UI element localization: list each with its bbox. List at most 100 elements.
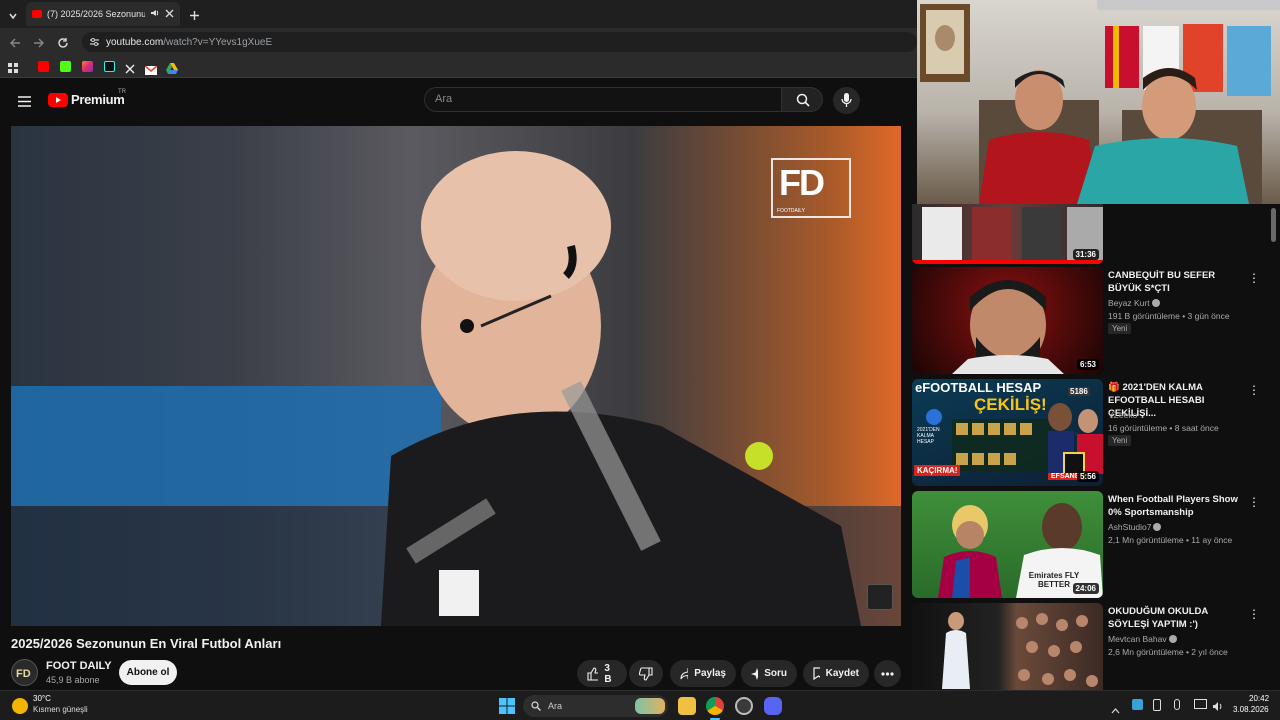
thumb-text-line2: ÇEKİLİŞ! [974,395,1047,414]
chrome-icon[interactable] [706,697,724,715]
verified-icon [1153,523,1162,531]
recommendations-panel: 31:36 6:53 CANBEQUİT BU SEFER BÜYÜK S*ÇT… [905,204,1280,690]
save-button[interactable]: Kaydet [803,660,869,687]
channel-avatar[interactable]: FD [11,659,38,686]
duration-badge: 31:36 [1072,249,1099,260]
bookmark-drive-icon[interactable] [166,61,178,79]
channel-name[interactable]: FOOT DAILY [46,660,112,672]
recommendation-title[interactable]: When Football Players Show 0% Sportsmans… [1108,493,1248,519]
tab-title: (7) 2025/2026 Sezonunun E [47,9,145,19]
recommendations-scrollbar[interactable] [1271,208,1276,242]
taskbar-search[interactable]: Ara [523,695,668,717]
start-windows-icon[interactable] [499,698,515,719]
ask-label: Soru [764,668,787,679]
bookmark-tiktok-icon[interactable] [104,61,115,72]
file-explorer-icon[interactable] [678,697,696,715]
tray-mic-icon[interactable] [1174,699,1180,710]
bookmark-gmail-icon[interactable] [144,62,158,80]
youtube-header: Premium TR Ara [0,80,917,122]
more-options-icon[interactable]: ⋮ [1248,383,1260,397]
voice-search-button[interactable] [833,87,860,114]
channel-watermark: FD FOOTDAILY [771,158,851,218]
speaker-icon[interactable] [150,8,160,20]
recommendation-channel[interactable]: AshStudio7 [1108,522,1162,532]
weather-temperature[interactable]: 30°C [33,694,51,703]
search-button[interactable] [781,87,823,112]
apps-grid-icon[interactable] [8,61,19,79]
tray-chevron-up-icon[interactable] [1111,701,1120,719]
recommendation-meta: 2,6 Mn görüntüleme • 2 yıl önce [1108,647,1228,657]
more-options-icon[interactable]: ⋮ [1248,271,1260,285]
taskbar-search-label: Ara [548,701,563,711]
logo-text: Premium [71,92,125,107]
verified-icon [1168,635,1177,643]
site-info-icon[interactable] [89,37,100,50]
windows-taskbar: 30°C Kısmen güneşli Ara 20:42 3.08.2026 [0,690,1280,720]
recommendation-channel[interactable]: Mevtcan Bahav [1108,634,1177,644]
thumbs-up-icon [587,666,599,681]
recommendation-item[interactable]: 31:36 [912,204,1272,265]
search-icon [531,701,541,711]
video-player[interactable]: FD FOOTDAILY [11,126,901,626]
subscribe-button[interactable]: Abone ol [119,660,177,685]
recommendation-channel[interactable]: Beyaz Kurt [1108,298,1160,308]
weather-description[interactable]: Kısmen güneşli [33,705,88,714]
recommendation-title[interactable]: OKUDUĞUM OKULDA SÖYLEŞİ YAPTIM :') [1108,605,1248,631]
ask-button[interactable]: Soru [741,660,797,687]
mini-channel-logo-icon[interactable] [867,584,893,610]
bookmark-youtube-icon[interactable] [38,61,49,72]
menu-hamburger-icon[interactable] [18,94,31,112]
recommendation-thumbnail[interactable]: Emirates FLY BETTER 24:06 [912,491,1103,598]
bookmark-kick-icon[interactable] [60,61,71,72]
bookmarks-bar [0,56,917,78]
dislike-button[interactable] [629,660,663,687]
recommendation-item[interactable]: eFOOTBALL HESAP ÇEKİLİŞ! 2021'DEN KALMA … [912,379,1272,487]
weather-sun-icon[interactable] [12,698,28,714]
recommendation-item[interactable]: 6:53 CANBEQUİT BU SEFER BÜYÜK S*ÇTI Beya… [912,267,1272,375]
tray-app-icon[interactable] [1132,699,1143,710]
recommendation-channel[interactable]: YZeeko [1108,410,1137,420]
tray-battery-icon[interactable] [1153,699,1161,711]
tray-volume-icon[interactable] [1212,699,1224,717]
more-options-icon[interactable]: ⋮ [1248,607,1260,621]
bookmark-icon [813,667,820,680]
browser-tab[interactable]: (7) 2025/2026 Sezonunun E [26,2,180,26]
watermark-text: FD [779,162,825,203]
close-tab-icon[interactable] [165,9,174,20]
app-icon[interactable] [735,697,753,715]
more-options-icon[interactable]: ⋮ [1248,495,1260,509]
url-host: youtube.com [106,36,164,48]
bookmark-x-icon[interactable] [125,61,135,79]
recommendation-title[interactable]: CANBEQUİT BU SEFER BÜYÜK S*ÇTI [1108,269,1248,295]
channel-subscribers: 45,9 B abone [46,675,100,685]
recommendation-item[interactable]: Emirates FLY BETTER 24:06 When Football … [912,491,1272,599]
verified-icon [1151,299,1160,307]
reload-icon[interactable] [57,36,69,54]
recommendation-meta: 2,1 Mn görüntüleme • 11 ay önce [1108,535,1233,545]
tab-list-chevron-icon[interactable] [8,8,18,20]
address-bar[interactable]: youtube.com/watch?v=YYevs1gXueE [82,32,917,52]
recommendation-thumbnail[interactable]: eFOOTBALL HESAP ÇEKİLİŞ! 2021'DEN KALMA … [912,379,1103,486]
new-tab-icon[interactable] [189,8,200,26]
discord-icon[interactable] [764,697,782,715]
bookmark-instagram-icon[interactable] [82,61,93,72]
more-actions-button[interactable] [874,660,901,687]
clock-time[interactable]: 20:42 [1249,694,1269,703]
share-button[interactable]: Paylaş [670,660,736,687]
like-button[interactable]: 3 B [577,660,627,687]
sparkle-icon [751,667,759,680]
logo-region: TR [118,89,126,95]
watermark-sub: FOOTDAILY [777,208,805,214]
video-frame [11,151,901,626]
recommendation-item[interactable]: OKUDUĞUM OKULDA SÖYLEŞİ YAPTIM :') Mevtc… [912,603,1272,690]
back-icon[interactable] [9,36,21,54]
recommendation-thumbnail[interactable] [912,603,1103,690]
youtube-logo[interactable]: Premium [48,92,125,107]
forward-icon[interactable] [33,36,45,54]
recommendation-thumbnail[interactable]: 31:36 [912,204,1103,264]
tray-network-icon[interactable] [1194,699,1207,709]
recommendation-thumbnail[interactable]: 6:53 [912,267,1103,374]
search-input[interactable]: Ara [424,87,782,112]
youtube-play-icon [48,92,68,107]
clock-date[interactable]: 3.08.2026 [1233,705,1269,714]
